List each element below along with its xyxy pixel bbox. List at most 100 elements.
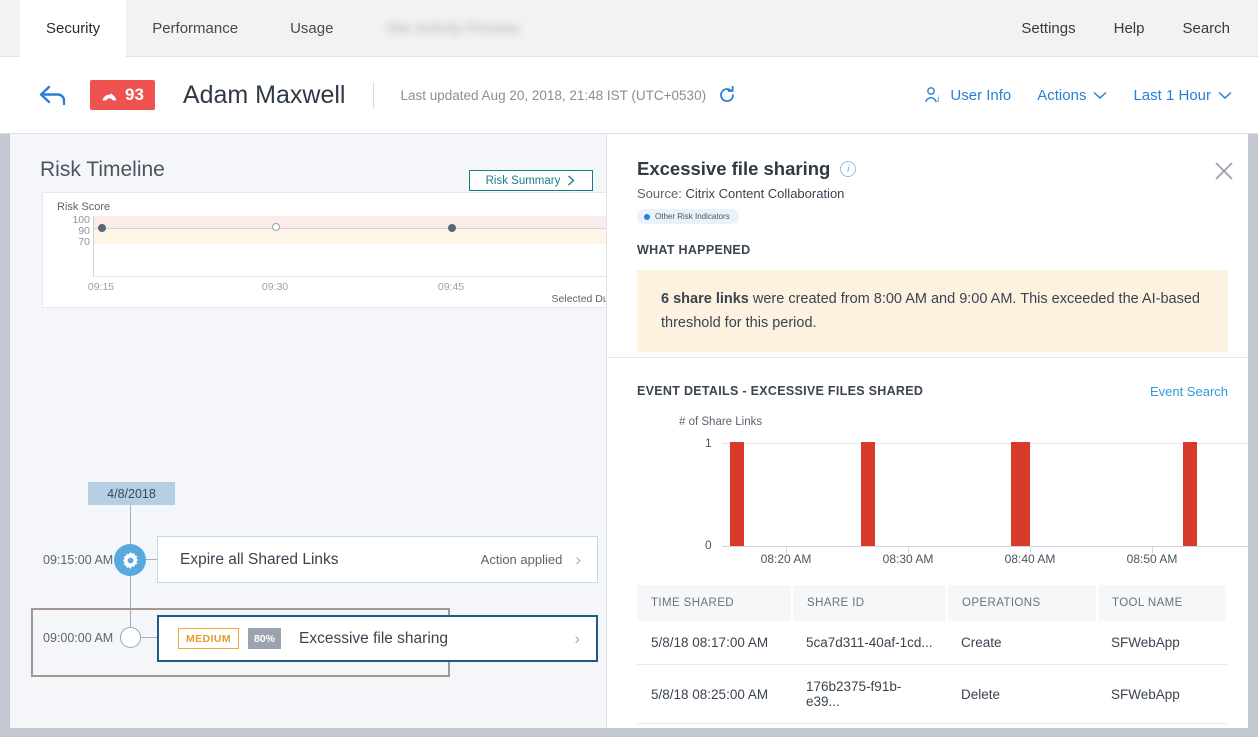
timeline-event-time: 09:15:00 AM (43, 553, 113, 567)
header-actions: i User Info Actions Last 1 Hour (924, 86, 1232, 104)
chart-y-tick-min: 0 (705, 538, 712, 552)
risk-x-tick: 09:15 (88, 281, 114, 293)
chevron-right-icon[interactable]: › (575, 550, 581, 570)
table-row[interactable]: 5/8/18 08:25:00 AM 176b2375-f91b-e39... … (637, 665, 1227, 724)
timeline-event-status: Action applied (481, 552, 563, 567)
tab-usage[interactable]: Usage (264, 0, 359, 57)
risk-band-medium (94, 229, 639, 244)
event-details-table: TIME SHARED SHARE ID OPERATIONS TOOL NAM… (637, 585, 1228, 724)
risk-x-tick: 09:45 (438, 281, 464, 293)
risk-score-point[interactable] (448, 224, 456, 232)
page-title: Adam Maxwell (183, 81, 346, 110)
help-link[interactable]: Help (1114, 20, 1145, 37)
top-tab-bar: Security Performance Usage Site Activity… (0, 0, 1258, 57)
actions-label: Actions (1037, 87, 1086, 104)
info-icon[interactable]: i (840, 161, 856, 177)
column-share-id[interactable]: SHARE ID (792, 585, 947, 621)
main-content: Risk Timeline Risk Summary Risk Score 10… (0, 134, 1258, 737)
detail-source-label: Source: (637, 186, 682, 201)
event-details-heading: EVENT DETAILS - EXCESSIVE FILES SHARED (637, 384, 1228, 398)
chart-bar[interactable] (1183, 442, 1197, 546)
detail-panel-header: Excessive file sharing i Source: Citrix … (607, 134, 1258, 358)
risk-score-plot (93, 216, 639, 277)
chart-y-axis-label: # of Share Links (679, 416, 762, 428)
tab-redacted[interactable]: Site Activity Preview (359, 0, 545, 57)
timeline-event-card-risk[interactable]: MEDIUM 80% Excessive file sharing › (157, 615, 598, 662)
risk-indicator-chip[interactable]: Other Risk Indicators (637, 209, 739, 224)
table-row[interactable]: 5/8/18 08:17:00 AM 5ca7d311-40af-1cd... … (637, 621, 1227, 665)
chart-bar[interactable] (730, 442, 744, 546)
chart-plot-area (722, 443, 1258, 547)
detail-panel: Excessive file sharing i Source: Citrix … (606, 134, 1258, 737)
user-info-icon: i (924, 86, 943, 104)
risk-score-value: 93 (125, 85, 144, 105)
last-updated-text: Last updated Aug 20, 2018, 21:48 IST (UT… (400, 88, 706, 103)
vertical-scrollbar[interactable] (1248, 134, 1258, 737)
time-range-label: Last 1 Hour (1133, 87, 1211, 104)
what-happened-note: 6 share links were created from 8:00 AM … (637, 270, 1228, 352)
chart-x-label: 08:20 AM (761, 552, 812, 566)
search-link[interactable]: Search (1182, 20, 1230, 37)
cell-time-shared: 5/8/18 08:17:00 AM (637, 621, 792, 665)
cell-share-id: 5ca7d311-40af-1cd... (792, 621, 947, 665)
tab-performance-label: Performance (152, 20, 238, 37)
refresh-icon[interactable] (718, 86, 736, 104)
horizontal-scrollbar[interactable] (10, 728, 1248, 737)
user-info-button[interactable]: i User Info (924, 86, 1011, 104)
chart-x-label: 08:40 AM (1005, 552, 1056, 566)
cell-operations: Create (947, 621, 1097, 665)
chip-dot-icon (644, 214, 650, 220)
settings-link[interactable]: Settings (1021, 20, 1075, 37)
risk-score-y-axis: 100 90 70 (60, 215, 90, 248)
primary-tabs: Security Performance Usage Site Activity… (20, 0, 546, 57)
risk-summary-button[interactable]: Risk Summary (469, 170, 593, 191)
chevron-right-icon[interactable]: › (574, 629, 580, 649)
timeline-event-title: Expire all Shared Links (180, 551, 339, 569)
actions-dropdown[interactable]: Actions (1037, 87, 1107, 104)
chart-bar[interactable] (1011, 442, 1030, 546)
tab-security[interactable]: Security (20, 0, 126, 57)
timeline-event-title: Excessive file sharing (299, 630, 448, 648)
timeline-event-time: 09:00:00 AM (43, 631, 113, 645)
risk-timeline-heading: Risk Timeline (40, 158, 165, 182)
risk-x-tick: 09:30 (262, 281, 288, 293)
chart-axis-bottom (722, 546, 1258, 547)
risk-timeline-pane: Risk Timeline Risk Summary Risk Score 10… (10, 134, 606, 726)
chart-bar[interactable] (861, 442, 875, 546)
tab-performance[interactable]: Performance (126, 0, 264, 57)
tab-redacted-label: Site Activity Preview (385, 20, 519, 37)
user-info-label: User Info (950, 87, 1011, 104)
score-badge: 80% (248, 628, 281, 649)
chevron-down-icon (1218, 91, 1232, 100)
note-highlight: 6 share links (661, 291, 749, 307)
risk-score-axis-label: Risk Score (57, 201, 110, 213)
risk-summary-label: Risk Summary (486, 175, 561, 187)
column-operations[interactable]: OPERATIONS (947, 585, 1097, 621)
cell-tool-name: SFWebApp (1097, 665, 1227, 724)
tab-usage-label: Usage (290, 20, 333, 37)
close-icon[interactable] (1212, 159, 1236, 183)
detail-title-text: Excessive file sharing (637, 158, 830, 180)
detail-source-value: Citrix Content Collaboration (685, 186, 844, 201)
risk-score-point[interactable] (272, 223, 280, 231)
back-arrow-icon[interactable] (38, 80, 68, 110)
detail-panel-title: Excessive file sharing i (637, 158, 1228, 180)
gear-icon[interactable] (114, 544, 146, 576)
risk-score-badge[interactable]: 93 (90, 80, 155, 110)
detail-panel-body: EVENT DETAILS - EXCESSIVE FILES SHARED E… (607, 358, 1258, 724)
column-tool-name[interactable]: TOOL NAME (1097, 585, 1227, 621)
what-happened-heading: WHAT HAPPENED (637, 243, 1228, 257)
chart-x-label: 08:50 AM (1127, 552, 1178, 566)
column-time-shared[interactable]: TIME SHARED (637, 585, 792, 621)
chevron-down-icon (1093, 91, 1107, 100)
event-search-link[interactable]: Event Search (1150, 384, 1228, 399)
chip-label: Other Risk Indicators (655, 212, 730, 221)
tab-security-label: Security (46, 20, 100, 37)
top-right-links: Settings Help Search (1021, 0, 1230, 57)
risk-score-point[interactable] (98, 224, 106, 232)
cell-time-shared: 5/8/18 08:25:00 AM (637, 665, 792, 724)
timeline-event-card-action[interactable]: Expire all Shared Links Action applied › (157, 536, 598, 583)
cell-share-id: 176b2375-f91b-e39... (792, 665, 947, 724)
time-range-dropdown[interactable]: Last 1 Hour (1133, 87, 1232, 104)
circle-node-icon[interactable] (120, 627, 141, 648)
